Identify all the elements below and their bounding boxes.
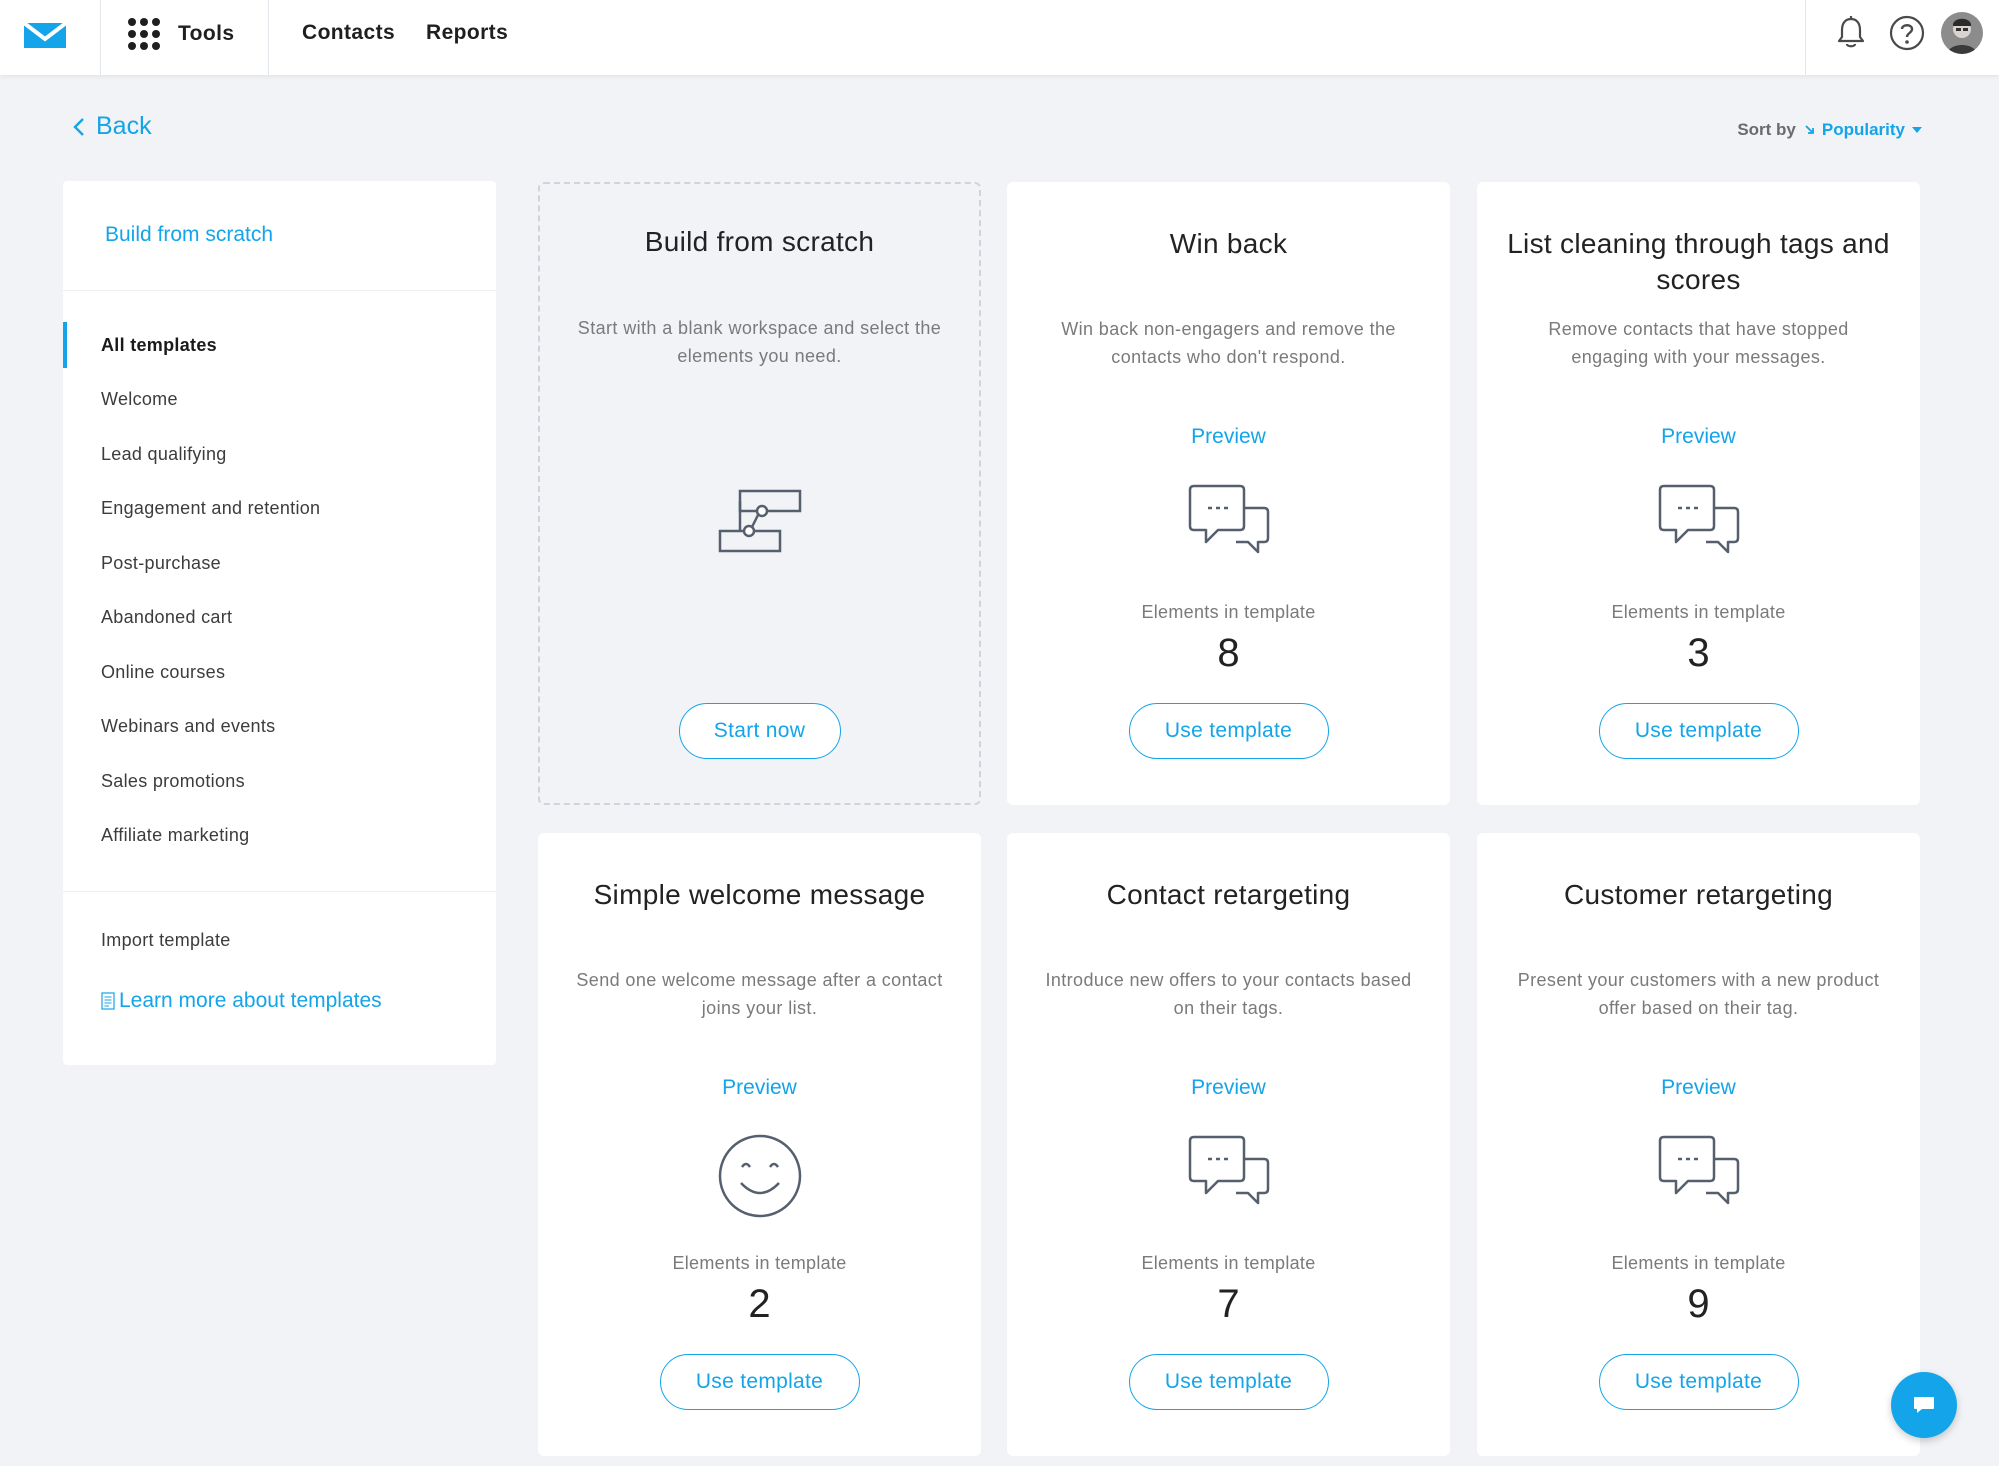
chat-bubbles-icon bbox=[1188, 484, 1269, 554]
sort-label: Sort by bbox=[1737, 120, 1796, 139]
card-description: Present your customers with a new produc… bbox=[1517, 970, 1880, 1018]
caret-down-icon bbox=[1912, 127, 1922, 133]
sidebar-item-post-purchase[interactable]: Post-purchase bbox=[63, 536, 496, 591]
elements-count: 7 bbox=[1217, 1282, 1240, 1326]
tools-label: Tools bbox=[178, 22, 235, 45]
mail-logo-icon[interactable] bbox=[22, 14, 68, 54]
template-card-customer-retargeting: Customer retargeting Present your custom… bbox=[1477, 833, 1920, 1456]
card-description: Send one welcome message after a contact… bbox=[576, 970, 943, 1018]
category-list: All templates Welcome Lead qualifying En… bbox=[63, 318, 496, 863]
card-title: Customer retargeting bbox=[1563, 879, 1833, 910]
card-title: Contact retargeting bbox=[1106, 879, 1351, 910]
template-card-contact-retargeting: Contact retargeting Introduce new offers… bbox=[1007, 833, 1450, 1456]
template-card-list-cleaning: List cleaning through tags and scores Re… bbox=[1477, 182, 1920, 805]
card-title: List cleaning through tags and scores bbox=[1507, 228, 1890, 295]
sidebar-item-engagement-and-retention[interactable]: Engagement and retention bbox=[63, 482, 496, 537]
elements-label: Elements in template bbox=[1141, 602, 1316, 622]
sidebar-item-lead-qualifying[interactable]: Lead qualifying bbox=[63, 427, 496, 482]
use-template-button[interactable]: Use template bbox=[1598, 703, 1799, 759]
card-description: Start with a blank workspace and select … bbox=[577, 318, 942, 366]
divider bbox=[63, 290, 496, 291]
divider bbox=[100, 0, 101, 75]
sidebar-item-online-courses[interactable]: Online courses bbox=[63, 645, 496, 700]
sort-value: Popularity bbox=[1821, 120, 1905, 139]
elements-count: 2 bbox=[748, 1282, 771, 1326]
preview-link[interactable]: Preview bbox=[1191, 1076, 1266, 1099]
use-template-button[interactable]: Use template bbox=[1128, 703, 1329, 759]
card-description: Introduce new offers to your contacts ba… bbox=[1045, 970, 1412, 1018]
card-description: Win back non-engagers and remove the con… bbox=[1061, 319, 1396, 367]
elements-count: 8 bbox=[1217, 631, 1240, 675]
preview-link[interactable]: Preview bbox=[1661, 1076, 1736, 1099]
card-title: Win back bbox=[1169, 228, 1288, 259]
tools-menu-button[interactable]: Tools bbox=[128, 13, 234, 55]
use-template-button[interactable]: Use template bbox=[659, 1354, 860, 1410]
preview-link[interactable]: Preview bbox=[722, 1076, 797, 1099]
learn-more-link[interactable]: Learn more about templates bbox=[101, 989, 382, 1013]
template-card-build-from-scratch: Build from scratch Start with a blank wo… bbox=[538, 182, 981, 805]
nav-reports[interactable]: Reports bbox=[426, 21, 508, 45]
workflow-icon bbox=[718, 489, 801, 553]
preview-link[interactable]: Preview bbox=[1661, 425, 1736, 448]
sort-arrow-icon bbox=[1805, 125, 1814, 134]
document-icon bbox=[101, 992, 115, 1010]
elements-label: Elements in template bbox=[1141, 1253, 1316, 1273]
use-template-button[interactable]: Use template bbox=[1598, 1354, 1799, 1410]
sort-dropdown[interactable]: Popularity bbox=[1804, 120, 1923, 140]
elements-count: 3 bbox=[1687, 631, 1710, 675]
bell-icon[interactable] bbox=[1832, 14, 1870, 52]
sidebar-item-abandoned-cart[interactable]: Abandoned cart bbox=[63, 591, 496, 646]
chat-button[interactable] bbox=[1891, 1372, 1957, 1438]
elements-count: 9 bbox=[1687, 1282, 1710, 1326]
sidebar-build-from-scratch-link[interactable]: Build from scratch bbox=[105, 223, 273, 247]
sidebar-item-welcome[interactable]: Welcome bbox=[63, 373, 496, 428]
apps-grid-icon bbox=[128, 18, 160, 50]
elements-label: Elements in template bbox=[1611, 602, 1786, 622]
card-title: Build from scratch bbox=[644, 226, 875, 257]
start-now-button[interactable]: Start now bbox=[678, 703, 841, 759]
use-template-button[interactable]: Use template bbox=[1128, 1354, 1329, 1410]
sidebar-item-affiliate-marketing[interactable]: Affiliate marketing bbox=[63, 809, 496, 864]
back-button[interactable]: Back bbox=[72, 112, 152, 141]
sidebar: Build from scratch All templates Welcome… bbox=[63, 181, 496, 1065]
sort-control: Sort by Popularity bbox=[1737, 120, 1923, 140]
chat-bubbles-icon bbox=[1658, 484, 1739, 554]
card-title: Simple welcome message bbox=[593, 879, 926, 910]
card-description: Remove contacts that have stopped engagi… bbox=[1548, 319, 1849, 367]
back-label: Back bbox=[96, 112, 152, 140]
avatar[interactable] bbox=[1941, 12, 1983, 54]
sidebar-item-webinars-and-events[interactable]: Webinars and events bbox=[63, 700, 496, 755]
elements-label: Elements in template bbox=[672, 1253, 847, 1273]
chevron-left-icon bbox=[73, 117, 84, 136]
top-navigation-bar: Tools Contacts Reports bbox=[0, 0, 1999, 75]
sidebar-item-all-templates[interactable]: All templates bbox=[63, 318, 496, 373]
chat-bubbles-icon bbox=[1188, 1135, 1269, 1205]
divider bbox=[63, 891, 496, 892]
sidebar-item-sales-promotions[interactable]: Sales promotions bbox=[63, 754, 496, 809]
divider bbox=[1805, 0, 1806, 75]
import-template-link[interactable]: Import template bbox=[101, 930, 231, 951]
chat-bubbles-icon bbox=[1658, 1135, 1739, 1205]
template-card-win-back: Win back Win back non-engagers and remov… bbox=[1007, 182, 1450, 805]
nav-contacts[interactable]: Contacts bbox=[302, 21, 395, 45]
preview-link[interactable]: Preview bbox=[1191, 425, 1266, 448]
template-card-simple-welcome: Simple welcome message Send one welcome … bbox=[538, 833, 981, 1456]
chat-icon bbox=[1914, 1397, 1934, 1413]
divider bbox=[268, 0, 269, 75]
learn-more-label: Learn more about templates bbox=[119, 989, 382, 1012]
help-icon[interactable] bbox=[1888, 14, 1926, 52]
smiley-icon bbox=[718, 1134, 801, 1218]
elements-label: Elements in template bbox=[1611, 1253, 1786, 1273]
